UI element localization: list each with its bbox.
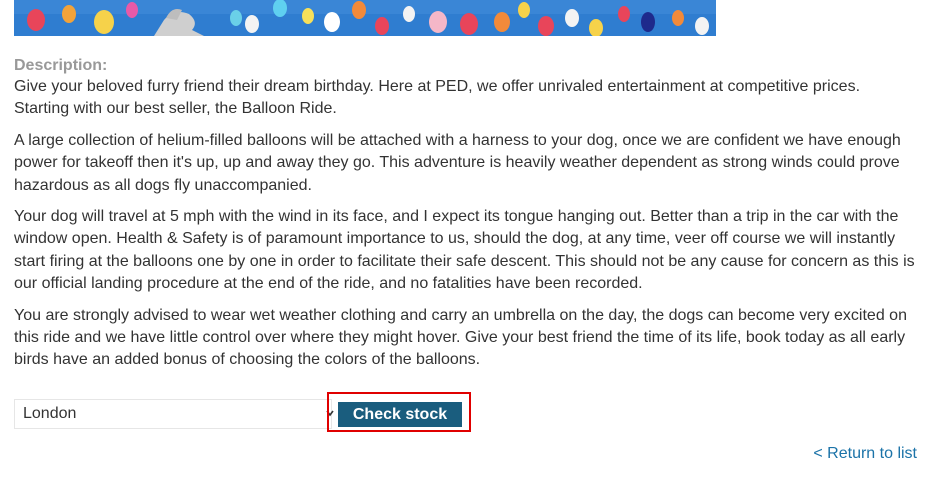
product-description: Description: Give your beloved furry fri… bbox=[14, 56, 919, 381]
description-paragraph: A large collection of helium-filled ball… bbox=[14, 131, 901, 194]
description-label: Description: bbox=[14, 57, 108, 74]
balloons-image bbox=[14, 0, 716, 36]
description-paragraph: Give your beloved furry friend their dre… bbox=[14, 78, 861, 118]
stock-check-form: London Check stock bbox=[14, 392, 484, 432]
store-select-value: London bbox=[23, 405, 77, 422]
product-page: Description: Give your beloved furry fri… bbox=[0, 0, 928, 480]
return-to-list-link[interactable]: < Return to list bbox=[813, 444, 917, 464]
store-select[interactable]: London bbox=[14, 399, 334, 429]
description-paragraph: You are strongly advised to wear wet wea… bbox=[14, 306, 907, 369]
check-stock-button[interactable]: Check stock bbox=[338, 402, 462, 427]
product-image bbox=[14, 0, 716, 36]
description-paragraph: Your dog will travel at 5 mph with the w… bbox=[14, 208, 915, 293]
